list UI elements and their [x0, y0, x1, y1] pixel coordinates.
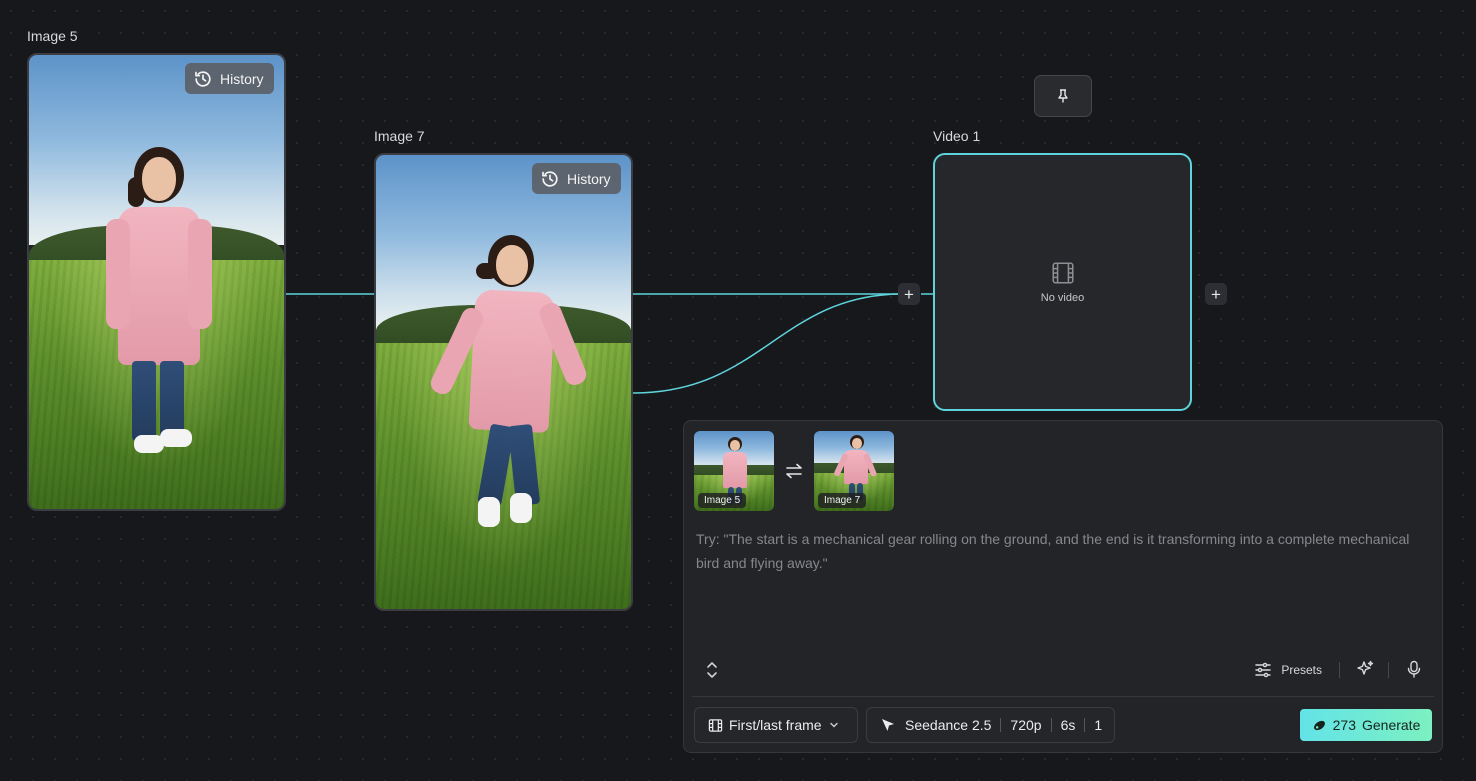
chevron-down-icon	[829, 722, 838, 728]
connector-image7-lower-to-video1	[632, 293, 900, 394]
sparkle-icon[interactable]	[1355, 659, 1375, 679]
model-settings-button[interactable]: Seedance 2.5 720p 6s 1	[866, 707, 1115, 743]
thumbnail-label: Image 5	[698, 493, 747, 508]
no-video-text: No video	[1040, 292, 1085, 304]
image5-node[interactable]: History	[27, 53, 286, 511]
thumbnail-label: Image 7	[818, 493, 867, 508]
expand-icon[interactable]	[704, 660, 720, 680]
mode-select[interactable]: First/last frame	[694, 707, 858, 743]
image7-label: Image 7	[374, 128, 425, 144]
film-icon	[1051, 262, 1074, 284]
sliders-icon	[1255, 662, 1272, 678]
mode-label: First/last frame	[729, 717, 822, 733]
video1-input-add-handle[interactable]: +	[898, 283, 920, 305]
mic-icon[interactable]	[1404, 659, 1424, 679]
credits-icon	[1313, 720, 1325, 730]
image5-history-button[interactable]: History	[185, 63, 274, 94]
generate-credits: 273	[1332, 717, 1356, 733]
generation-panel: Image 5 Image 7 Try: "The start is a mec…	[683, 420, 1443, 753]
image5-photo	[29, 55, 284, 509]
presets-label: Presets	[1281, 663, 1322, 677]
prompt-toolbar: Presets	[684, 657, 1442, 683]
pin-icon	[1058, 89, 1068, 103]
history-label: History	[220, 70, 264, 87]
generate-label: Generate	[1361, 717, 1421, 733]
video1-node[interactable]: No video	[933, 153, 1192, 411]
seedance-logo-icon	[882, 719, 894, 731]
end-frame-thumbnail[interactable]: Image 7	[814, 431, 894, 511]
image7-history-button[interactable]: History	[532, 163, 621, 194]
video1-label: Video 1	[933, 128, 981, 144]
pin-button[interactable]	[1034, 75, 1092, 117]
video1-output-add-handle[interactable]: +	[1205, 283, 1227, 305]
generate-button[interactable]: 273 Generate	[1300, 709, 1432, 741]
image5-label: Image 5	[27, 28, 78, 44]
history-icon	[542, 170, 558, 187]
prompt-input[interactable]: Try: "The start is a mechanical gear rol…	[696, 527, 1426, 575]
model-resolution: 720p	[1010, 717, 1042, 733]
history-label: History	[567, 170, 611, 187]
image7-node[interactable]: History	[374, 153, 633, 611]
swap-icon[interactable]	[784, 461, 804, 481]
start-frame-thumbnail[interactable]: Image 5	[694, 431, 774, 511]
model-duration: 6s	[1060, 717, 1076, 733]
film-icon	[708, 718, 723, 732]
presets-button[interactable]: Presets	[1254, 657, 1322, 683]
image7-photo	[376, 155, 631, 609]
model-name: Seedance 2.5	[905, 717, 992, 733]
history-icon	[195, 70, 211, 87]
model-count: 1	[1094, 717, 1103, 733]
